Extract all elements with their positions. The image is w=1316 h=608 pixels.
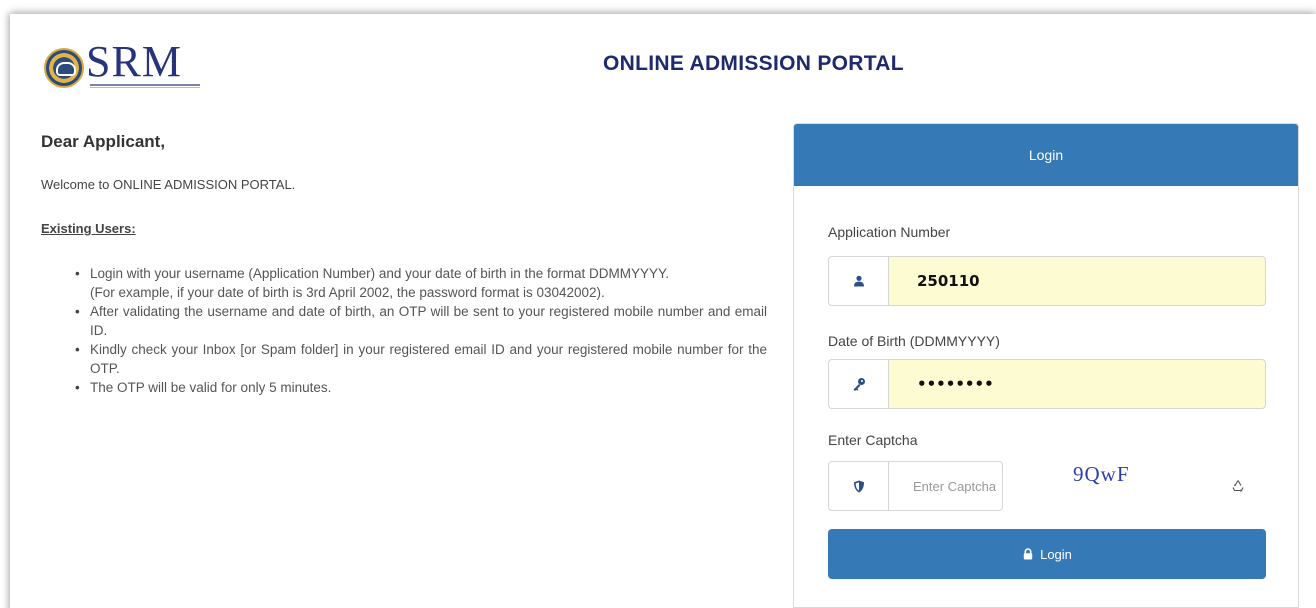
login-panel-header: Login bbox=[794, 124, 1298, 186]
srm-emblem-icon bbox=[44, 48, 84, 88]
login-button-label: Login bbox=[1040, 546, 1072, 562]
page-title: ONLINE ADMISSION PORTAL bbox=[603, 52, 904, 75]
captcha-image: 9QwF bbox=[1073, 462, 1130, 486]
user-icon bbox=[828, 256, 888, 306]
captcha-label: Enter Captcha bbox=[828, 432, 918, 448]
refresh-icon[interactable] bbox=[1230, 478, 1246, 494]
logo-subtitle-lines bbox=[90, 84, 200, 88]
captcha-input[interactable]: Enter Captcha bbox=[888, 461, 1003, 511]
login-button[interactable]: Login bbox=[828, 529, 1266, 579]
existing-users-heading: Existing Users: bbox=[41, 221, 136, 236]
instruction-item: Kindly check your Inbox [or Spam folder]… bbox=[72, 340, 767, 378]
login-panel: Login Application Number 250110 Date of … bbox=[793, 123, 1299, 608]
instruction-item: The OTP will be valid for only 5 minutes… bbox=[72, 378, 767, 397]
instructions-list: Login with your username (Application Nu… bbox=[72, 264, 767, 397]
shield-icon bbox=[828, 461, 888, 511]
instruction-item: Login with your username (Application Nu… bbox=[72, 264, 767, 302]
welcome-text: Welcome to ONLINE ADMISSION PORTAL. bbox=[41, 177, 296, 192]
application-number-group: 250110 bbox=[828, 256, 1266, 306]
greeting: Dear Applicant, bbox=[41, 132, 166, 151]
application-number-label: Application Number bbox=[828, 224, 951, 240]
lock-icon bbox=[1022, 548, 1034, 560]
instruction-item: After validating the username and date o… bbox=[72, 302, 767, 340]
application-number-input[interactable]: 250110 bbox=[888, 256, 1266, 306]
srm-logo: SRM bbox=[40, 34, 210, 94]
dob-password-input[interactable]: •••••••• bbox=[888, 359, 1266, 409]
logo-text: SRM bbox=[86, 37, 182, 86]
captcha-group: Enter Captcha bbox=[828, 461, 1003, 511]
dob-label: Date of Birth (DDMMYYYY) bbox=[828, 333, 1000, 349]
key-icon bbox=[828, 359, 888, 409]
dob-group: •••••••• bbox=[828, 359, 1266, 409]
